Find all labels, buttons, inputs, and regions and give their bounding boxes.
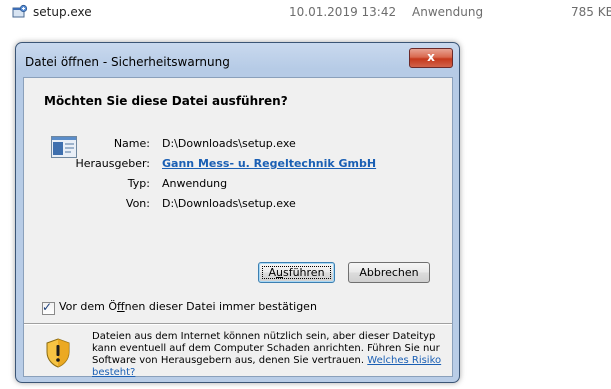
- from-label: Von:: [125, 197, 150, 210]
- setup-exe-icon: [12, 4, 28, 18]
- warning-message: Dateien aus dem Internet können nützlich…: [92, 331, 447, 379]
- checkbox-label-end: fnen dieser Datei immer bestätigen: [124, 300, 317, 313]
- publisher-label: Herausgeber:: [75, 157, 150, 170]
- cancel-button[interactable]: Abbrechen: [348, 262, 430, 283]
- focus-rectangle: [262, 266, 331, 279]
- security-warning-dialog: Datei öffnen - Sicherheitswarnung x Möch…: [15, 42, 460, 383]
- dialog-title: Datei öffnen - Sicherheitswarnung: [25, 55, 230, 69]
- file-size: 785 KB: [571, 5, 611, 19]
- type-value: Anwendung: [162, 177, 228, 190]
- type-label: Typ:: [127, 177, 150, 190]
- checkmark-icon: ✓: [42, 300, 53, 314]
- name-value: D:\Downloads\setup.exe: [162, 137, 296, 150]
- publisher-link[interactable]: Gann Mess- u. Regeltechnik GmbH: [162, 157, 376, 170]
- file-type: Anwendung: [412, 5, 484, 19]
- checkbox-label-start: Vor dem Ö: [59, 300, 118, 313]
- file-date: 10.01.2019 13:42: [289, 5, 397, 19]
- name-label: Name:: [113, 137, 150, 150]
- cancel-label: Abbrechen: [359, 266, 419, 279]
- from-value: D:\Downloads\setup.exe: [162, 197, 296, 210]
- security-shield-warning-icon: [46, 338, 70, 368]
- always-confirm-label[interactable]: Vor dem Öffnen dieser Datei immer bestät…: [59, 300, 317, 313]
- file-list-row[interactable]: setup.exe 10.01.2019 13:42 Anwendung 785…: [0, 0, 611, 24]
- close-button[interactable]: x: [409, 48, 453, 68]
- dialog-body: Möchten Sie diese Datei ausführen? Name:…: [23, 77, 453, 379]
- always-confirm-checkbox[interactable]: ✓: [42, 300, 55, 315]
- dialog-heading: Möchten Sie diese Datei ausführen?: [44, 94, 288, 108]
- checkbox-accelerator: f: [117, 300, 125, 313]
- run-button[interactable]: Ausführen: [258, 262, 335, 283]
- divider: [24, 323, 452, 325]
- close-icon: x: [427, 50, 435, 64]
- file-name: setup.exe: [33, 5, 92, 19]
